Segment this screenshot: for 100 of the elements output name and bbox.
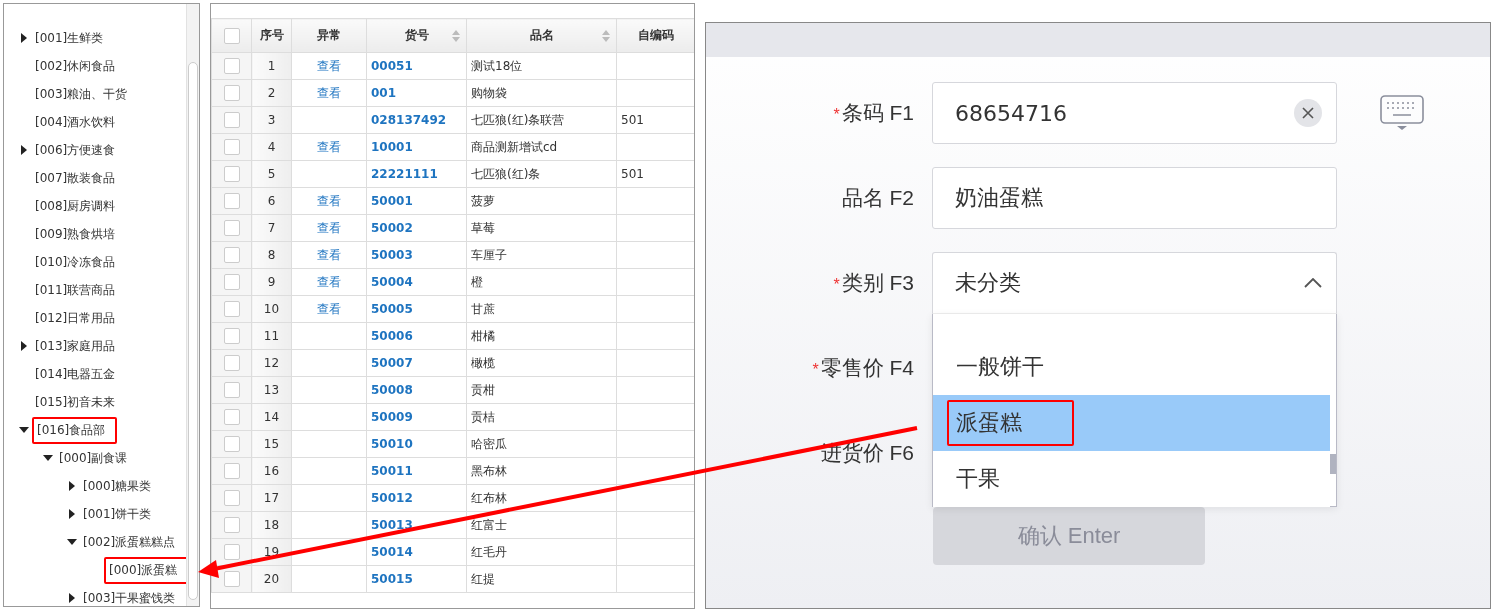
table-cell: 50003 — [366, 241, 467, 269]
table-cell: 甘蔗 — [466, 295, 617, 323]
text-field[interactable]: 68654716 — [932, 82, 1337, 144]
checkbox[interactable] — [223, 166, 240, 182]
label-text: 零售价 F4 — [820, 356, 914, 379]
checkbox[interactable] — [223, 571, 240, 587]
view-link[interactable]: 查看 — [317, 58, 341, 73]
tree-item[interactable]: [003]粮油、干货 — [32, 83, 131, 105]
tree-item[interactable]: [001]饼干类 — [80, 503, 155, 525]
column-header[interactable]: 品名 — [466, 18, 617, 53]
tree-item[interactable]: [007]散装食品 — [32, 167, 119, 189]
checkbox[interactable] — [223, 247, 240, 263]
table-cell: 00051 — [366, 52, 467, 80]
scrollbar-thumb[interactable] — [188, 62, 198, 600]
collapse-icon[interactable] — [67, 539, 77, 545]
tree-item[interactable]: [003]干果蜜饯类 — [80, 587, 179, 606]
collapse-icon[interactable] — [19, 427, 29, 433]
column-header: 序号 — [251, 18, 292, 53]
table-cell: 测试18位 — [466, 52, 617, 80]
checkbox[interactable] — [223, 220, 240, 236]
tree-item[interactable]: [004]酒水饮料 — [32, 111, 119, 133]
checkbox[interactable] — [223, 27, 240, 44]
tree-item[interactable]: [010]冷冻食品 — [32, 251, 119, 273]
view-link[interactable]: 查看 — [317, 247, 341, 262]
tree-item[interactable]: [000]副食课 — [56, 447, 131, 469]
required-mark: * — [833, 276, 840, 293]
tree-item[interactable]: [015]初音未来 — [32, 391, 119, 413]
checkbox[interactable] — [223, 274, 240, 290]
expand-icon[interactable] — [21, 33, 27, 43]
table-cell: 红毛丹 — [466, 538, 617, 566]
table-cell: 车厘子 — [466, 241, 617, 269]
table-cell: 50011 — [366, 457, 467, 485]
label-text: 类别 F3 — [841, 271, 914, 294]
table-cell: 草莓 — [466, 214, 617, 242]
tree-item[interactable]: [012]日常用品 — [32, 307, 119, 329]
checkbox[interactable] — [223, 463, 240, 479]
checkbox[interactable] — [223, 85, 240, 101]
table-cell: 50007 — [366, 349, 467, 377]
table-cell: 50008 — [366, 376, 467, 404]
table-cell: 50004 — [366, 268, 467, 296]
table-cell: 七匹狼(红)条联营 — [466, 106, 617, 134]
clear-button[interactable] — [1294, 99, 1322, 127]
tree-item[interactable]: [014]电器五金 — [32, 363, 119, 385]
dropdown-option[interactable]: 干果 — [933, 451, 1330, 507]
tree-item[interactable]: [009]熟食烘培 — [32, 223, 119, 245]
table-cell: 10001 — [366, 133, 467, 161]
tree-item[interactable]: [016]食品部 — [32, 416, 118, 444]
collapse-icon[interactable] — [43, 455, 53, 461]
checkbox[interactable] — [223, 490, 240, 506]
checkbox[interactable] — [223, 139, 240, 155]
checkbox[interactable] — [223, 193, 240, 209]
chevron-icon[interactable] — [1304, 278, 1322, 288]
checkbox[interactable] — [223, 382, 240, 398]
view-link[interactable]: 查看 — [317, 220, 341, 235]
table-cell: 贡桔 — [466, 403, 617, 431]
tree-item[interactable]: [013]家庭用品 — [32, 335, 119, 357]
view-link[interactable]: 查看 — [317, 139, 341, 154]
tree-item[interactable]: [002]休闲食品 — [32, 55, 119, 77]
expand-icon[interactable] — [69, 481, 75, 491]
dropdown-option[interactable]: 派蛋糕 — [933, 395, 1330, 451]
table-cell: 50015 — [366, 565, 467, 593]
sort-icon[interactable] — [452, 30, 460, 42]
checkbox[interactable] — [223, 436, 240, 452]
tree-item[interactable]: [002]派蛋糕糕点 — [80, 531, 179, 553]
keyboard-icon[interactable] — [1380, 95, 1424, 131]
view-link[interactable]: 查看 — [317, 193, 341, 208]
checkbox[interactable] — [223, 328, 240, 344]
tree-item[interactable]: [011]联营商品 — [32, 279, 119, 301]
view-link[interactable]: 查看 — [317, 274, 341, 289]
sort-icon[interactable] — [602, 30, 610, 42]
expand-icon[interactable] — [69, 509, 75, 519]
checkbox[interactable] — [223, 517, 240, 533]
checkbox[interactable] — [223, 112, 240, 128]
scrollbar-thumb[interactable] — [1330, 454, 1336, 474]
tree-item[interactable]: [006]方便速食 — [32, 139, 119, 161]
table-cell: 贡柑 — [466, 376, 617, 404]
required-mark: * — [833, 106, 840, 123]
view-link[interactable]: 查看 — [317, 85, 341, 100]
table-cell: 50005 — [366, 295, 467, 323]
expand-icon[interactable] — [21, 341, 27, 351]
select-field[interactable]: 未分类 — [932, 252, 1337, 314]
table-cell: 商品测新增试cd — [466, 133, 617, 161]
text-field[interactable]: 奶油蛋糕 — [932, 167, 1337, 229]
tree-item[interactable]: [008]厨房调料 — [32, 195, 119, 217]
view-link[interactable]: 查看 — [317, 301, 341, 316]
tree-item[interactable]: [000]糖果类 — [80, 475, 155, 497]
close-icon — [1302, 107, 1314, 119]
table-cell: 柑橘 — [466, 322, 617, 350]
checkbox[interactable] — [223, 355, 240, 371]
checkbox[interactable] — [223, 409, 240, 425]
table-cell: 001 — [366, 79, 467, 107]
checkbox[interactable] — [223, 301, 240, 317]
expand-icon[interactable] — [21, 145, 27, 155]
checkbox[interactable] — [223, 58, 240, 74]
checkbox[interactable] — [223, 544, 240, 560]
tree-item[interactable]: [001]生鲜类 — [32, 27, 107, 49]
table-cell: 50002 — [366, 214, 467, 242]
expand-icon[interactable] — [69, 593, 75, 603]
column-header[interactable]: 货号 — [366, 18, 467, 53]
table-cell: 菠萝 — [466, 187, 617, 215]
